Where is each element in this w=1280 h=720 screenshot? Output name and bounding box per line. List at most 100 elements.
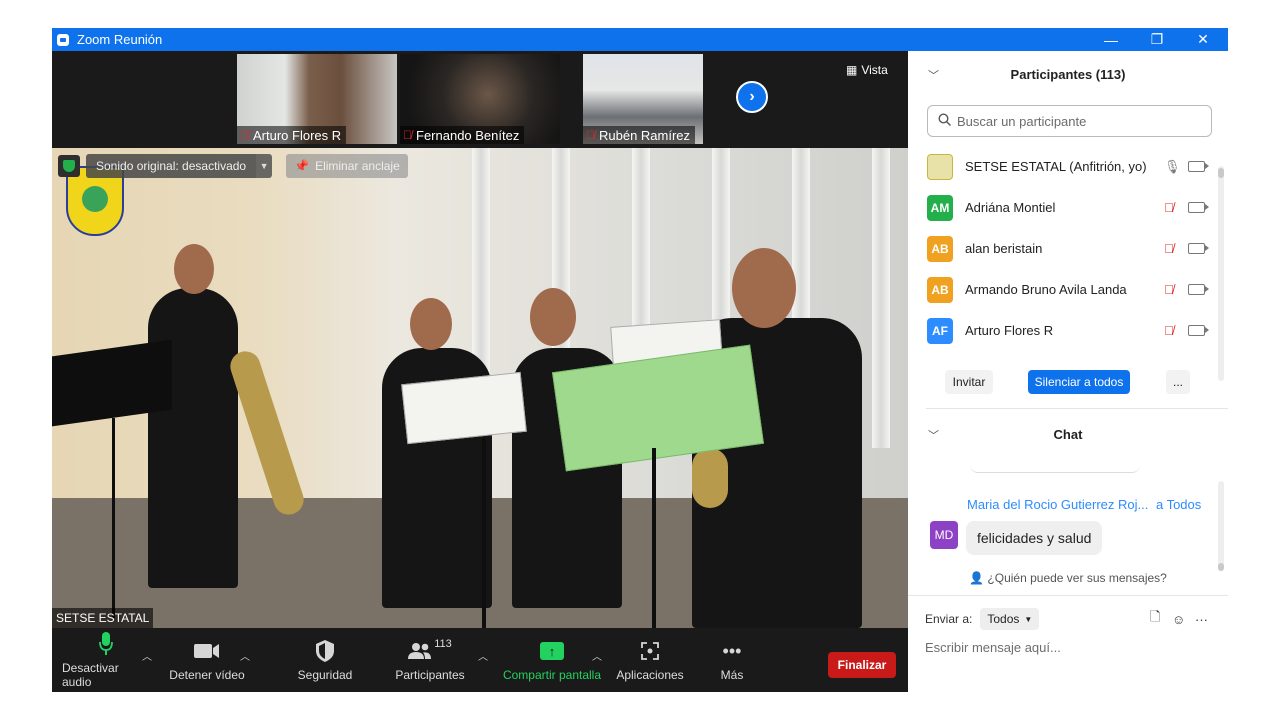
thumbnail-name: Arturo Flores R bbox=[253, 127, 342, 143]
chevron-up-icon[interactable]: ︿ bbox=[142, 648, 152, 663]
thumbnail-label: 🎙̸ Arturo Flores R bbox=[237, 126, 347, 144]
participant-row[interactable]: AM Adriána Montiel 🎙̸ bbox=[908, 187, 1228, 228]
invite-button[interactable]: Invitar bbox=[945, 370, 993, 394]
participant-scrollbar[interactable] bbox=[1218, 168, 1224, 178]
mute-audio-button[interactable]: Desactivar audio bbox=[62, 628, 150, 692]
participants-button[interactable]: 113 Participantes bbox=[390, 628, 470, 692]
divider bbox=[908, 595, 1228, 596]
emoji-icon[interactable]: ☺ bbox=[1172, 612, 1185, 627]
thumbnail-video[interactable]: 🎙̸ Rubén Ramírez bbox=[583, 54, 703, 144]
chevron-down-icon: ▼ bbox=[1024, 614, 1033, 624]
end-meeting-button[interactable]: Finalizar bbox=[828, 652, 896, 678]
message-sender[interactable]: Maria del Rocio Gutierrez Roj... bbox=[967, 497, 1148, 512]
chevron-up-icon[interactable]: ︿ bbox=[478, 648, 488, 663]
apps-button[interactable]: Aplicaciones bbox=[614, 628, 686, 692]
participant-row[interactable]: AB Armando Bruno Avila Landa 🎙̸ bbox=[908, 269, 1228, 310]
chat-header: ﹀ Chat bbox=[908, 411, 1228, 457]
divider bbox=[926, 408, 1228, 409]
chevron-down-icon[interactable]: ﹀ bbox=[928, 427, 939, 443]
participant-row[interactable]: AF Arturo Flores R 🎙̸ bbox=[908, 310, 1228, 351]
mic-muted-icon: 🎙̸ bbox=[240, 128, 249, 142]
original-sound-button[interactable]: Sonido original: desactivado bbox=[86, 154, 257, 178]
security-button[interactable]: Seguridad bbox=[290, 628, 360, 692]
chat-compose-input[interactable]: Escribir mensaje aquí... bbox=[925, 640, 1061, 655]
mute-all-button[interactable]: Silenciar a todos bbox=[1028, 370, 1130, 394]
file-icon[interactable]: 🗋 bbox=[1150, 608, 1160, 630]
chat-scrollbar[interactable] bbox=[1218, 563, 1224, 571]
unpin-button[interactable]: 📌 Eliminar anclaje bbox=[286, 154, 408, 178]
participant-row[interactable]: AB alan beristain 🎙̸ bbox=[908, 228, 1228, 269]
mic-muted-icon: 🎙̸ bbox=[586, 128, 595, 142]
chat-visibility-link[interactable]: 👤 ¿Quién puede ver sus mensajes? bbox=[908, 571, 1228, 585]
grid-icon: ▦ bbox=[846, 63, 858, 77]
search-icon bbox=[938, 113, 951, 129]
title-bar: Zoom Reunión — ❐ ✕ bbox=[52, 28, 1228, 51]
participants-icon: 113 bbox=[408, 638, 452, 664]
more-options-button[interactable]: ... bbox=[1166, 370, 1190, 394]
more-button[interactable]: ••• Más bbox=[707, 628, 757, 692]
avatar: AM bbox=[927, 194, 953, 221]
participant-name: SETSE ESTATAL (Anfitrión, yo) bbox=[965, 159, 1147, 174]
video-camera-icon[interactable] bbox=[1188, 161, 1209, 172]
mic-muted-icon[interactable]: 🎙̸ bbox=[1164, 200, 1174, 215]
mic-muted-icon[interactable]: 🎙̸ bbox=[1164, 241, 1174, 256]
stop-video-label: Detener vídeo bbox=[169, 668, 245, 682]
participant-name: Arturo Flores R bbox=[965, 323, 1054, 338]
minimize-button[interactable]: — bbox=[1088, 28, 1134, 51]
pin-icon: 📌 bbox=[294, 159, 310, 173]
previous-message-edge bbox=[970, 463, 1140, 473]
unpin-label: Eliminar anclaje bbox=[315, 159, 400, 173]
chevron-down-icon[interactable]: ﹀ bbox=[928, 67, 939, 83]
mic-muted-icon[interactable]: 🎙̸ bbox=[1164, 282, 1174, 297]
zoom-window: Zoom Reunión — ❐ ✕ 🎙̸ Arturo Flores R 🎙̸ F… bbox=[52, 28, 1228, 692]
musician-head bbox=[530, 288, 576, 346]
music-stand bbox=[112, 418, 115, 618]
musician bbox=[148, 288, 238, 588]
avatar: MD bbox=[930, 521, 958, 549]
mic-muted-icon[interactable]: 🎙̸ bbox=[1164, 323, 1174, 338]
video-camera-icon[interactable] bbox=[1188, 202, 1209, 213]
restore-button[interactable]: ❐ bbox=[1134, 28, 1180, 51]
thumbnail-video[interactable]: 🎙̸ Arturo Flores R bbox=[237, 54, 397, 144]
participants-title: Participantes (113) bbox=[1010, 66, 1126, 82]
chevron-up-icon[interactable]: ︿ bbox=[240, 648, 250, 663]
main-video: Sonido original: desactivado ▼ 📌 Elimina… bbox=[52, 148, 908, 628]
stop-video-button[interactable]: Detener vídeo bbox=[165, 628, 249, 692]
participant-search-input[interactable]: Buscar un participante bbox=[927, 105, 1212, 137]
participant-name: Adriána Montiel bbox=[965, 200, 1056, 215]
music-stand bbox=[652, 448, 656, 628]
chevron-up-icon[interactable]: ︿ bbox=[592, 648, 602, 663]
ellipsis-icon[interactable]: ··· bbox=[1195, 612, 1208, 627]
send-to-row: Enviar a: Todos ▼ 🗋 ☺ ··· bbox=[925, 607, 1225, 631]
microphone-icon[interactable]: 🎙 bbox=[1164, 159, 1181, 175]
participant-scrollbar-track bbox=[1218, 166, 1224, 381]
video-camera-icon[interactable] bbox=[1188, 284, 1209, 295]
send-to-label: Enviar a: bbox=[925, 612, 973, 626]
view-button[interactable]: ▦ Vista bbox=[846, 63, 888, 77]
thumbnail-video[interactable]: 🎙̸ Fernando Benítez bbox=[400, 54, 560, 144]
send-to-dropdown[interactable]: Todos ▼ bbox=[980, 608, 1040, 630]
more-label: Más bbox=[720, 668, 744, 682]
video-camera-icon[interactable] bbox=[1188, 243, 1209, 254]
chevron-down-icon[interactable]: ▼ bbox=[256, 154, 273, 178]
apps-icon bbox=[641, 638, 659, 664]
mute-audio-label: Desactivar audio bbox=[62, 661, 119, 689]
mic-muted-icon: 🎙̸ bbox=[403, 128, 412, 142]
share-screen-button[interactable]: ↑ Compartir pantalla bbox=[498, 628, 606, 692]
participants-label: Participantes bbox=[395, 668, 465, 682]
music-stand bbox=[482, 438, 486, 628]
message-meta: Maria del Rocio Gutierrez Roj... a Todos bbox=[967, 497, 1201, 512]
side-panel: ﹀ Participantes (113) Buscar un particip… bbox=[908, 51, 1228, 692]
speaker-name-tag: SETSE ESTATAL bbox=[52, 608, 154, 628]
close-button[interactable]: ✕ bbox=[1180, 28, 1226, 51]
thumbnail-strip: 🎙̸ Arturo Flores R 🎙̸ Fernando Benítez 🎙̸ R… bbox=[52, 51, 908, 147]
next-page-button[interactable]: › bbox=[736, 81, 768, 113]
encryption-shield-icon[interactable] bbox=[58, 155, 80, 177]
shield-icon bbox=[316, 638, 334, 664]
curtain bbox=[872, 148, 890, 448]
avatar: AB bbox=[927, 276, 953, 303]
participant-row[interactable]: SETSE ESTATAL (Anfitrión, yo) 🎙 bbox=[908, 146, 1228, 187]
share-screen-icon-wrap: ↑ bbox=[540, 638, 564, 664]
video-camera-icon[interactable] bbox=[1188, 325, 1209, 336]
sheet-music bbox=[401, 371, 527, 445]
